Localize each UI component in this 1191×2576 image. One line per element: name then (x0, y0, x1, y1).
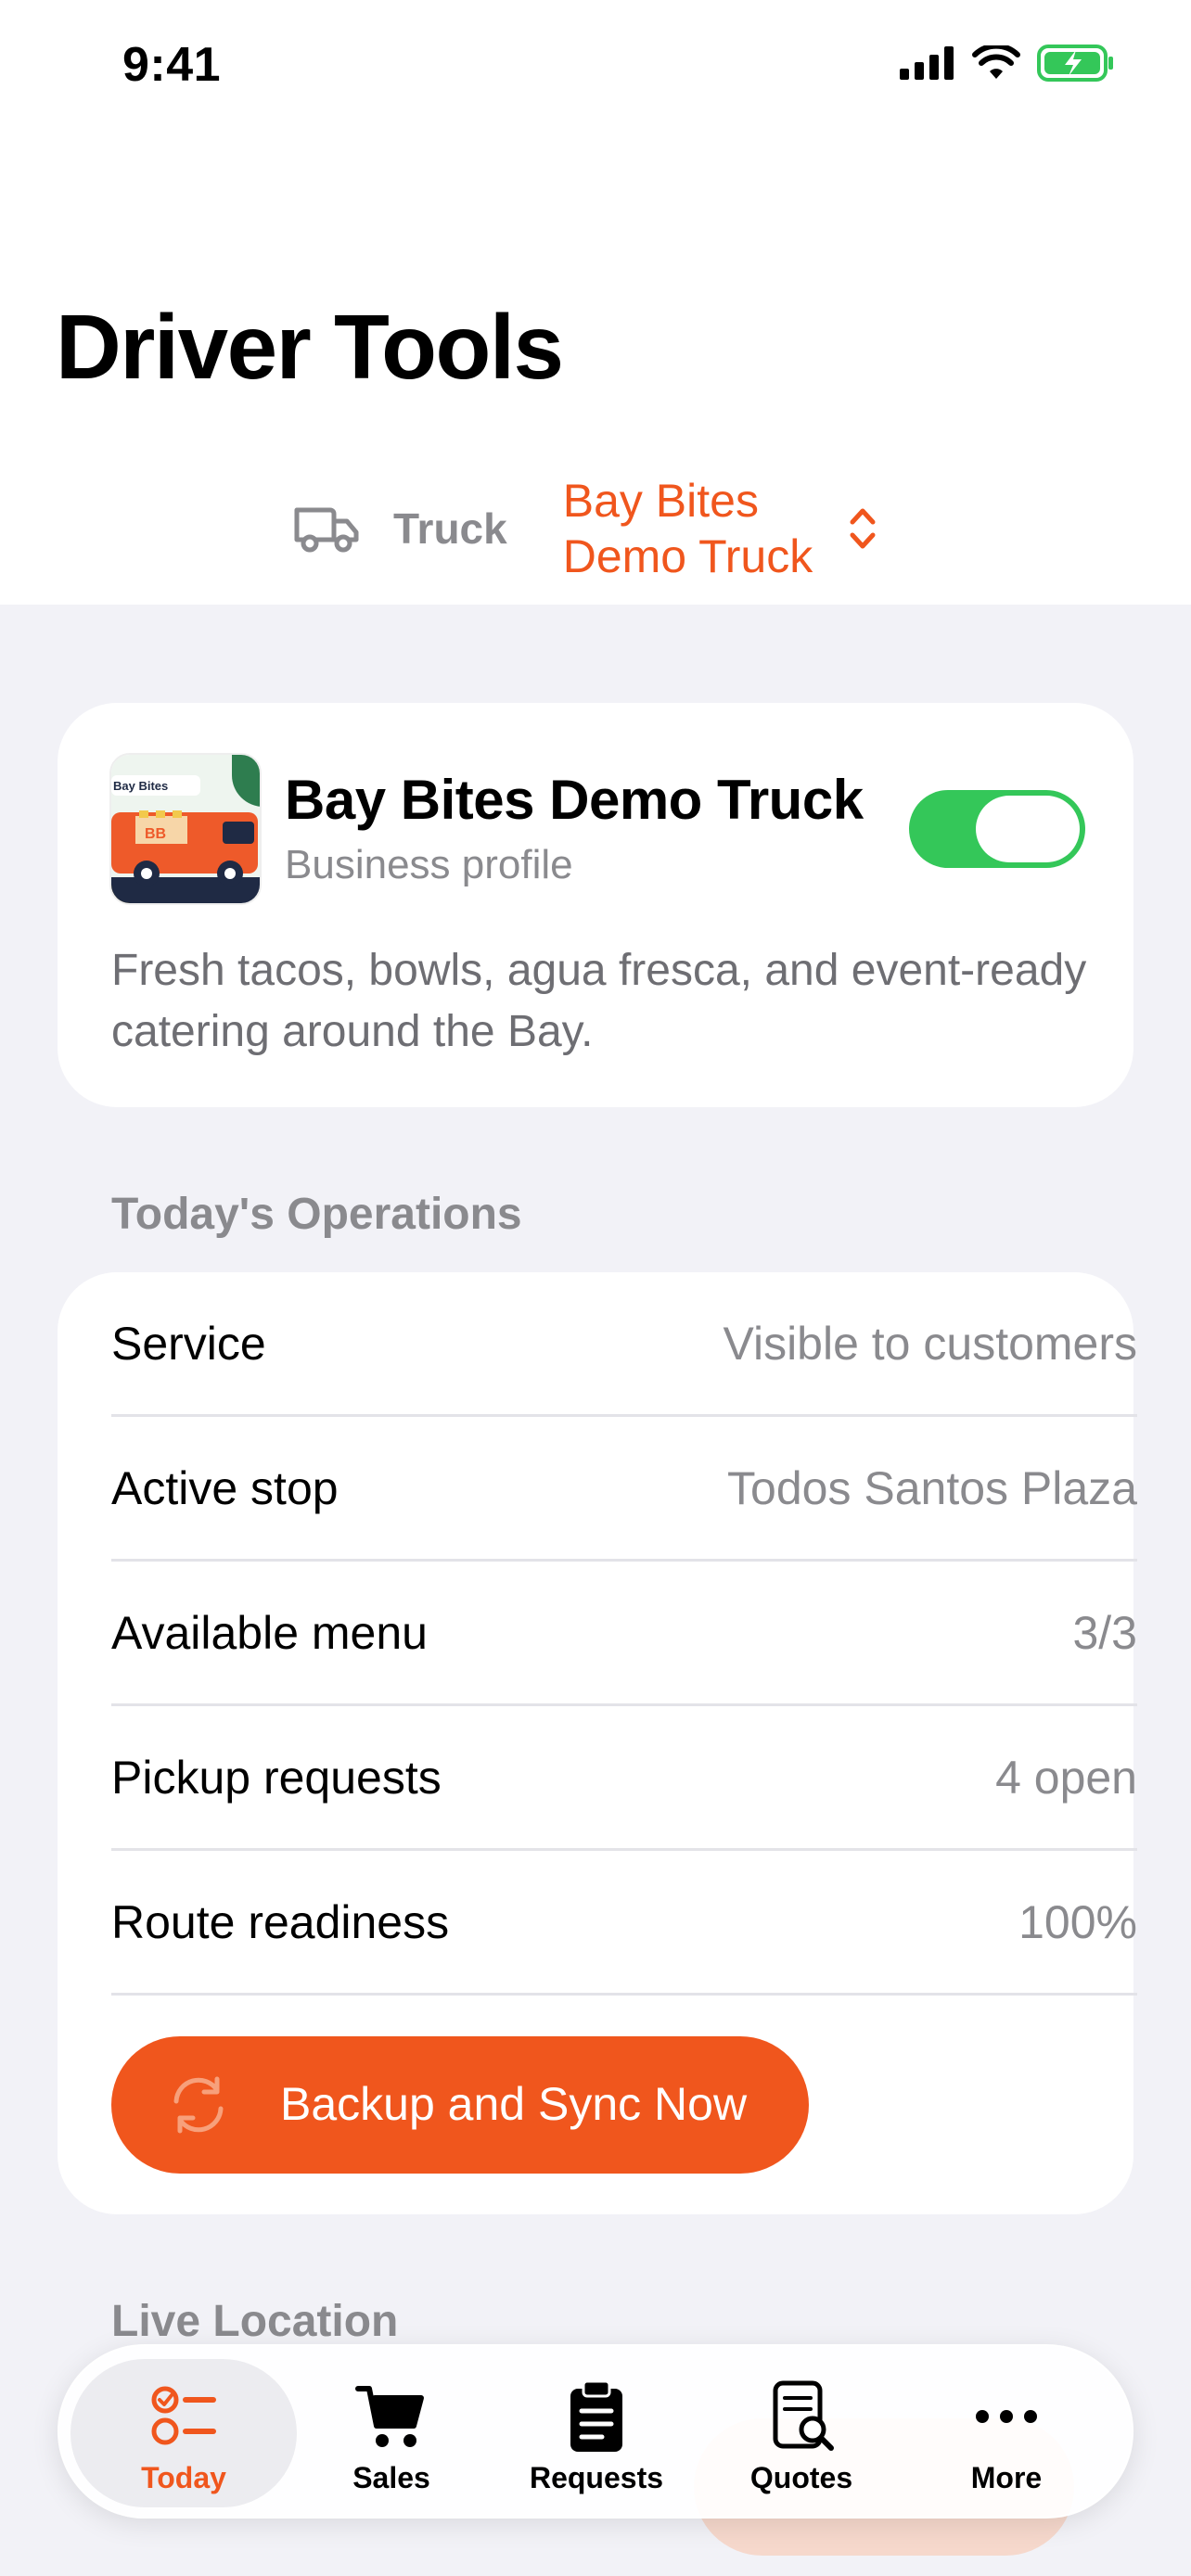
profile-visibility-toggle[interactable] (909, 790, 1085, 868)
wifi-icon (972, 45, 1020, 79)
ops-row-service[interactable]: Service Visible to customers (111, 1272, 1137, 1417)
header-area: 9:41 Driver Tools Truck Bay Bites Demo T… (0, 0, 1191, 605)
tab-quotes[interactable]: Quotes (709, 2346, 894, 2520)
logo-text: Bay Bites (113, 779, 168, 793)
backup-sync-label: Backup and Sync Now (280, 2078, 748, 2130)
operations-card: Service Visible to customers Active stop… (58, 1272, 1137, 2214)
tab-bar: Today Sales Requests Quotes More (58, 2344, 1133, 2519)
truck-selector-value[interactable]: Bay Bites Demo Truck (563, 473, 832, 584)
cart-icon (355, 2386, 424, 2447)
ops-row-value: Visible to customers (723, 1318, 1137, 1370)
checklist-icon (151, 2386, 216, 2445)
ops-row-value: 3/3 (1072, 1607, 1137, 1659)
tab-more[interactable]: More (914, 2346, 1099, 2520)
document-search-icon (773, 2380, 834, 2451)
truck-selector-label: Truck (393, 504, 507, 553)
tab-label: Quotes (749, 2461, 853, 2494)
tab-label: Requests (529, 2461, 664, 2494)
ops-row-value: 4 open (995, 1752, 1137, 1804)
chevron-up-down-icon[interactable] (847, 504, 878, 554)
logo-badge-text: BB (145, 826, 166, 842)
status-time: 9:41 (122, 38, 222, 92)
live-location-header: Live Location (111, 2297, 399, 2346)
ops-row-label: Available menu (111, 1607, 428, 1659)
clipboard-icon (570, 2379, 622, 2452)
truck-selector[interactable]: Truck Bay Bites Demo Truck (293, 473, 878, 584)
ops-row-available-menu[interactable]: Available menu 3/3 (111, 1562, 1137, 1706)
cellular-signal-icon (900, 46, 954, 80)
truck-logo: BB Bay Bites (109, 753, 262, 905)
todays-operations-header: Today's Operations (111, 1190, 522, 1239)
ops-row-active-stop[interactable]: Active stop Todos Santos Plaza (111, 1417, 1137, 1562)
toggle-knob (976, 796, 1080, 862)
page-title: Driver Tools (56, 296, 564, 398)
ops-row-value: Todos Santos Plaza (727, 1462, 1137, 1514)
ops-row-label: Service (111, 1318, 266, 1370)
business-profile-card: BB Bay Bites Bay Bites Demo Truck Busine… (58, 703, 1133, 1107)
ops-row-pickup-requests[interactable]: Pickup requests 4 open (111, 1706, 1137, 1851)
status-bar: 9:41 (0, 0, 1191, 139)
profile-subtitle: Business profile (285, 842, 573, 887)
truck-icon (294, 507, 359, 553)
status-icons (900, 45, 1115, 82)
ops-row-route-readiness[interactable]: Route readiness 100% (111, 1851, 1137, 1996)
profile-name: Bay Bites Demo Truck (285, 769, 864, 831)
battery-charging-icon (1037, 45, 1113, 82)
tab-today[interactable]: Today (91, 2346, 276, 2520)
tab-label: Sales (352, 2461, 430, 2494)
tab-requests[interactable]: Requests (504, 2346, 689, 2520)
profile-description: Fresh tacos, bowls, agua fresca, and eve… (111, 946, 1087, 1056)
ops-row-value: 100% (1018, 1896, 1137, 1948)
ops-row-label: Pickup requests (111, 1752, 442, 1804)
ops-row-label: Route readiness (111, 1896, 450, 1948)
backup-sync-button[interactable]: Backup and Sync Now (111, 2036, 809, 2174)
sync-icon (173, 2076, 224, 2134)
tab-label: More (970, 2461, 1043, 2494)
tab-sales[interactable]: Sales (299, 2346, 484, 2520)
ops-row-label: Active stop (111, 1462, 339, 1514)
ellipsis-icon (976, 2410, 1037, 2423)
tab-label: Today (141, 2461, 226, 2494)
